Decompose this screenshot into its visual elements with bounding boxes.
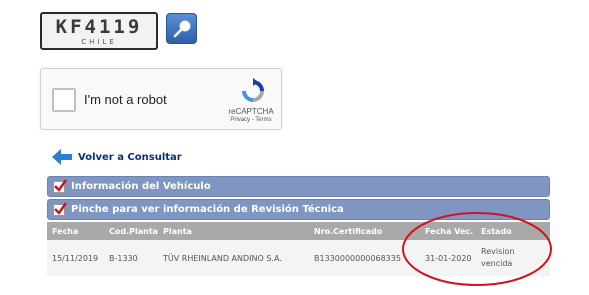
cell-nro-certificado: B1330000000068335 — [314, 254, 401, 263]
column-header-nro-certificado: Nro.Certificado — [314, 227, 383, 236]
column-header-fecha-vec: Fecha Vec. — [425, 227, 474, 236]
section-label: Información del Vehículo — [71, 181, 211, 192]
cell-estado: Revision vencida — [481, 247, 515, 268]
recaptcha-widget: I'm not a robot reCAPTCHA Privacy - Term… — [40, 68, 282, 130]
section-vehicle-info[interactable]: Información del Vehículo — [47, 176, 550, 197]
recaptcha-logo-icon — [242, 78, 264, 102]
column-header-cod-planta: Cod.Planta — [109, 227, 159, 236]
cell-planta: TÜV RHEINLAND ANDINO S.A. — [163, 254, 282, 263]
cell-fecha: 15/11/2019 — [52, 254, 99, 263]
back-link-label: Volver a Consultar — [78, 151, 182, 163]
section-label: Pinche para ver información de Revisión … — [71, 204, 344, 215]
section-technical-review[interactable]: Pinche para ver información de Revisión … — [47, 199, 550, 220]
checkbox-checked-icon — [53, 201, 67, 216]
table-row: 15/11/2019 B-1330 TÜV RHEINLAND ANDINO S… — [47, 240, 550, 276]
column-header-fecha: Fecha — [52, 227, 79, 236]
recaptcha-checkbox[interactable] — [52, 88, 76, 112]
search-button[interactable] — [166, 13, 197, 44]
recaptcha-brand: reCAPTCHA — [228, 107, 274, 116]
plate-number: KF4119 — [55, 16, 143, 38]
recaptcha-links[interactable]: Privacy - Terms — [221, 117, 281, 123]
table-header: Fecha Cod.Planta Planta Nro.Certificado … — [47, 222, 550, 240]
recaptcha-label: I'm not a robot — [84, 92, 167, 107]
checkbox-checked-icon — [53, 178, 67, 193]
cell-fecha-vec: 31-01-2020 — [425, 254, 472, 263]
license-plate: KF4119 CHILE — [40, 12, 158, 50]
cell-cod-planta: B-1330 — [109, 254, 138, 263]
column-header-estado: Estado — [481, 227, 512, 236]
plate-country: CHILE — [81, 38, 117, 46]
column-header-planta: Planta — [163, 227, 192, 236]
search-icon — [173, 20, 191, 38]
back-to-query-link[interactable]: Volver a Consultar — [52, 149, 182, 165]
arrow-left-icon — [52, 149, 72, 165]
